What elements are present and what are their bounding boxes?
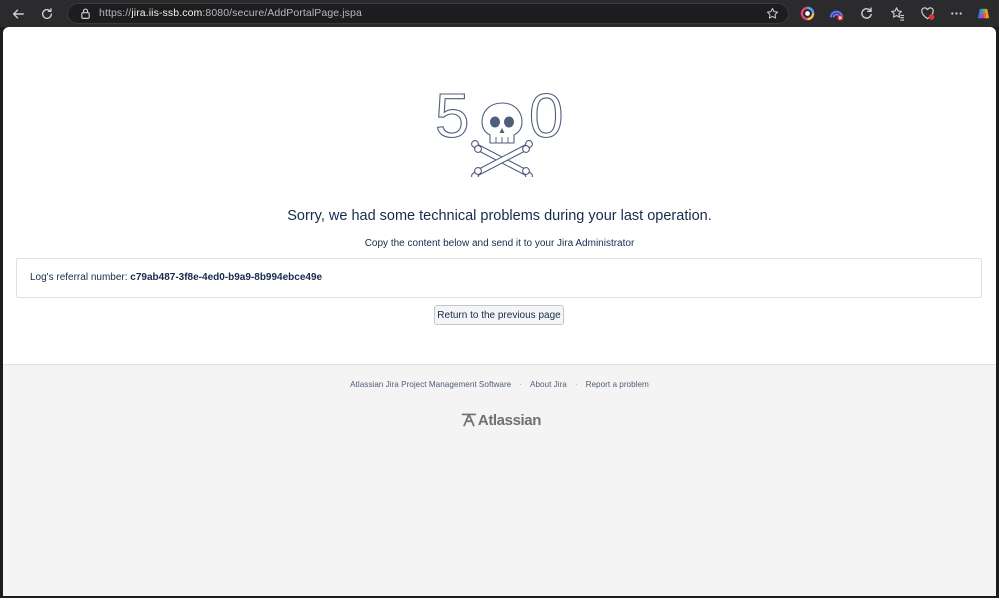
refresh-icon [860, 6, 872, 19]
url-text[interactable]: https://jira.iis-ssb.com:8080/secure/Add… [99, 7, 362, 19]
url-scheme: https:// [99, 7, 132, 19]
footer-link-jira-software[interactable]: Atlassian Jira Project Management Softwa… [350, 380, 511, 389]
arrow-left-icon [12, 9, 24, 19]
error-headline: Sorry, we had some technical problems du… [287, 208, 712, 224]
footer-separator: · [574, 380, 578, 389]
star-icon[interactable] [766, 7, 779, 20]
return-previous-page-button[interactable]: Return to the previous page [434, 305, 564, 325]
log-referral-box: Log's referral number: c79ab487-3f8e-4ed… [16, 258, 982, 298]
reload-icon [41, 8, 53, 19]
error-500-illustration: 5 0 [434, 85, 564, 177]
browser-toolbar: https://jira.iis-ssb.com:8080/secure/Add… [0, 0, 999, 27]
favorites-star-icon [890, 6, 904, 21]
error-instruction: Copy the content below and send it to yo… [364, 238, 635, 249]
favorites-button[interactable] [889, 5, 905, 21]
heart-pulse-icon [920, 6, 934, 20]
color-wheel-icon [800, 6, 814, 20]
copilot-icon [977, 8, 989, 18]
extension-button[interactable] [828, 5, 844, 21]
collections-button[interactable] [919, 5, 935, 21]
footer-link-report-problem[interactable]: Report a problem [586, 380, 649, 389]
reload-button[interactable] [37, 4, 57, 24]
footer: Atlassian Jira Project Management Softwa… [3, 364, 996, 596]
log-referral-number: c79ab487-3f8e-4ed0-b9a9-8b994ebce49e [130, 272, 323, 283]
lock-icon[interactable] [79, 7, 92, 20]
page-content: 5 0 Sorry, we had some technical problem… [3, 27, 996, 596]
footer-link-about-jira[interactable]: About Jira [530, 380, 567, 389]
copilot-button[interactable] [975, 5, 991, 21]
atlassian-mark-icon [461, 413, 477, 427]
address-bar[interactable]: https://jira.iis-ssb.com:8080/secure/Add… [67, 3, 789, 24]
footer-links: Atlassian Jira Project Management Softwa… [3, 380, 996, 389]
error-code-right: 0 [529, 85, 563, 151]
url-host: jira.iis-ssb.com [131, 7, 203, 19]
extension-arc-icon [829, 10, 843, 21]
color-extension-button[interactable] [799, 5, 815, 21]
ellipsis-icon [950, 11, 962, 15]
log-referral-text: Log's referral number: c79ab487-3f8e-4ed… [30, 272, 322, 283]
atlassian-logo-text: Atlassian [477, 411, 542, 429]
log-referral-label: Log's referral number: [30, 272, 131, 283]
url-path: :8080/secure/AddPortalPage.jspa [202, 7, 362, 19]
error-code-left: 5 [435, 85, 469, 151]
skull-crossbones-icon [471, 102, 533, 177]
refresh-extension-button[interactable] [858, 5, 874, 21]
back-button[interactable] [8, 4, 28, 24]
more-menu-button[interactable] [948, 5, 964, 21]
footer-separator: · [519, 380, 522, 389]
atlassian-logo[interactable]: Atlassian [461, 409, 541, 431]
